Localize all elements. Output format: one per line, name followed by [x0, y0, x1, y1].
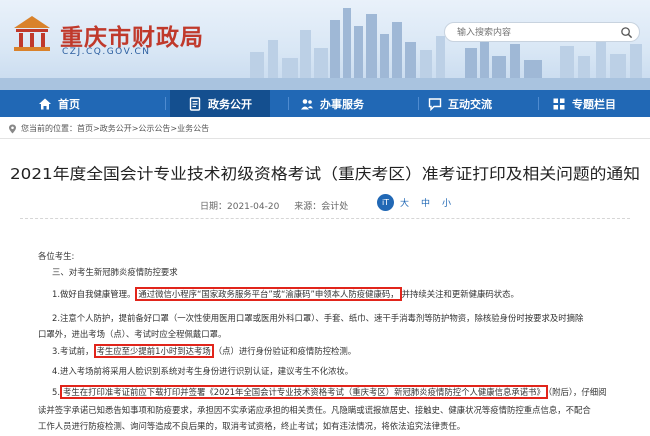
- breadcrumb-link-business-notices[interactable]: 业务公告: [177, 123, 209, 134]
- paragraph-3: 3.考试前， 考生应至少提前1小时到达考场 （点）进行身份验证和疫情防控检测。: [52, 344, 357, 358]
- meta-divider: [20, 218, 630, 219]
- search-box[interactable]: [444, 22, 640, 42]
- article-meta: 日期：2021-04-20 来源：会计处: [200, 199, 360, 212]
- paragraph-1-text: 并持续关注和更新健康码状态。: [401, 289, 519, 299]
- nav-item-home[interactable]: 首页: [38, 90, 148, 117]
- nav-label: 政务公开: [208, 97, 252, 111]
- nav-divider: [418, 97, 419, 110]
- highlighted-text: 考生应至少提前1小时到达考场: [93, 344, 214, 358]
- nav-label: 首页: [58, 97, 80, 111]
- nav-item-gov-affairs[interactable]: 政务公开: [170, 90, 270, 117]
- nav-item-services[interactable]: 办事服务: [300, 90, 400, 117]
- section-heading: 三、对考生新冠肺炎疫情防控要求: [52, 267, 178, 277]
- grid-icon: [553, 98, 565, 109]
- breadcrumb-prefix: 您当前的位置：: [21, 124, 77, 133]
- location-pin-icon: [9, 124, 16, 133]
- font-size-small[interactable]: 小: [442, 196, 451, 209]
- nav-divider: [538, 97, 539, 110]
- paragraph-3-text: 3.考试前，: [52, 346, 94, 356]
- article-source: 来源：会计处: [294, 202, 349, 212]
- search-icon[interactable]: [620, 26, 633, 39]
- chat-icon: [428, 97, 442, 111]
- breadcrumb-link-home[interactable]: 首页: [77, 123, 93, 134]
- font-size-control: iT 大 中 小: [377, 194, 463, 211]
- nav-divider: [165, 97, 166, 110]
- greeting: 各位考生:: [38, 251, 75, 261]
- breadcrumb-separator: >: [93, 124, 100, 133]
- breadcrumb-link-notices[interactable]: 公示公告: [138, 123, 170, 134]
- site-logo: [14, 16, 50, 51]
- main-nav: 首页 政务公开 办事服务 互动交流 专题栏目: [0, 90, 650, 117]
- search-input[interactable]: [457, 26, 607, 39]
- breadcrumb-link-gov-affairs[interactable]: 政务公开: [100, 123, 132, 134]
- nav-label: 互动交流: [448, 97, 492, 111]
- font-size-large[interactable]: 大: [400, 196, 409, 209]
- nav-divider: [288, 97, 289, 110]
- font-size-icon: iT: [377, 194, 394, 211]
- font-size-medium[interactable]: 中: [421, 196, 430, 209]
- home-icon: [39, 98, 51, 109]
- nav-item-topics[interactable]: 专题栏目: [552, 90, 647, 117]
- site-domain: CZJ.CQ.GOV.CN: [62, 47, 151, 57]
- paragraph-2-line-2: 口罩外，进出考场（点）、考试时应全程佩戴口罩。: [38, 329, 227, 339]
- header-banner: 重庆市财政局 CZJ.CQ.GOV.CN: [0, 0, 650, 90]
- paragraph-4: 4.进入考场前将采用人脸识别系统对考生身份进行识别认证，建议考生不化浓妆。: [52, 366, 354, 376]
- breadcrumb-separator: >: [170, 124, 178, 133]
- breadcrumb-separator: >: [131, 124, 139, 133]
- paragraph-3-text: （点）进行身份验证和疫情防控检测。: [213, 346, 357, 356]
- highlighted-text: 通过微信小程序“国家政务服务平台”或“渝康码”申领本人防疫健康码，: [135, 287, 402, 301]
- paragraph-5-line-3: 工作人员进行防疫检测、询问等造成不良后果的，取消考试资格，终止考试；如有违法情况…: [38, 421, 466, 431]
- paragraph-5-text: （附后），仔细阅: [547, 387, 607, 397]
- article-date: 日期：2021-04-20: [200, 202, 280, 212]
- paragraph-1: 1.做好自我健康管理。 通过微信小程序“国家政务服务平台”或“渝康码”申领本人防疫…: [52, 287, 519, 301]
- paragraph-5-line-2: 读并签字承诺已知悉告知事项和防疫要求，承担因不实承诺应承担的相关责任。凡隐瞒或谎…: [38, 405, 591, 415]
- breadcrumb: 您当前的位置： 首页 > 政务公开 > 公示公告 > 业务公告: [8, 123, 209, 134]
- paragraph-1-text: 1.做好自我健康管理。: [52, 289, 136, 299]
- paragraph-5-text: 5.: [52, 387, 60, 397]
- people-icon: [301, 98, 313, 109]
- nav-label: 办事服务: [320, 97, 364, 111]
- highlighted-text: 考生在打印准考证前应下载打印并签署《2021年全国会计专业技术资格考试（重庆考区…: [60, 385, 548, 399]
- nav-item-interaction[interactable]: 互动交流: [428, 90, 528, 117]
- document-icon: [189, 96, 201, 111]
- article-title: 2021年度全国会计专业技术初级资格考试（重庆考区）准考证打印及相关问题的通知: [10, 165, 640, 183]
- paragraph-5-line-1: 5. 考生在打印准考证前应下载打印并签署《2021年全国会计专业技术资格考试（重庆…: [52, 385, 607, 399]
- nav-label: 专题栏目: [572, 97, 616, 111]
- breadcrumb-divider: [0, 138, 650, 139]
- paragraph-2-line-1: 2.注意个人防护，提前备好口罩（一次性使用医用口罩或医用外科口罩）、手套、纸巾、…: [52, 313, 584, 323]
